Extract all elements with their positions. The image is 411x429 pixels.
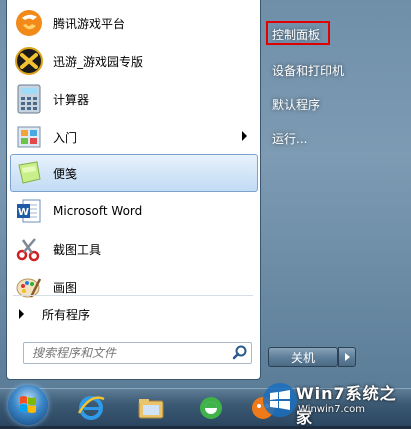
menu-item-getting-started[interactable]: 入门 — [11, 119, 257, 155]
menu-item-label: 入门 — [53, 130, 78, 145]
expand-arrow-icon — [19, 309, 24, 319]
menu-item-label: Microsoft Word — [53, 204, 143, 218]
search-input[interactable] — [30, 345, 224, 361]
taskbar-app-green[interactable] — [186, 392, 236, 424]
search-box[interactable] — [23, 342, 252, 364]
taskbar-explorer[interactable] — [126, 392, 176, 424]
getting-started-icon — [13, 121, 45, 153]
menu-item-label: 画图 — [53, 280, 78, 295]
taskbar-ie[interactable] — [66, 392, 116, 424]
devices-printers-link[interactable]: 设备和打印机 — [272, 62, 344, 79]
internet-explorer-icon — [77, 396, 105, 420]
tencent-games-icon — [13, 7, 45, 39]
menu-item-snipping-tool[interactable]: 截图工具 — [11, 231, 257, 267]
menu-item-label: 腾讯游戏平台 — [53, 16, 126, 31]
sticky-notes-icon — [13, 157, 45, 189]
folder-icon — [138, 399, 164, 419]
start-menu: 腾讯游戏平台 迅游_游戏园专版 计算器 入门 便笺 W Microsoft Wo… — [0, 0, 411, 388]
windows-logo-icon — [20, 396, 36, 413]
menu-item-label: 便笺 — [53, 166, 78, 181]
submenu-arrow-icon — [242, 131, 247, 141]
run-link[interactable]: 运行... — [272, 130, 307, 147]
all-programs-label: 所有程序 — [42, 307, 91, 322]
search-icon[interactable] — [231, 344, 249, 362]
snipping-tool-icon — [13, 233, 45, 265]
menu-item-label: 计算器 — [53, 92, 90, 107]
calculator-icon — [13, 83, 45, 115]
shutdown-button[interactable]: 关机 — [268, 347, 338, 367]
menu-item-xunyou[interactable]: 迅游_游戏园专版 — [11, 43, 257, 79]
menu-item-calculator[interactable]: 计算器 — [11, 81, 257, 117]
paint-icon — [13, 271, 45, 303]
green-circle-app-icon — [200, 397, 222, 419]
start-menu-left-pane: 腾讯游戏平台 迅游_游戏园专版 计算器 入门 便笺 W Microsoft Wo… — [6, 0, 261, 380]
watermark-url: Winwin7.com — [298, 404, 365, 415]
menu-item-label: 截图工具 — [53, 242, 102, 257]
divider — [13, 295, 253, 296]
all-programs-button[interactable]: 所有程序 — [17, 301, 257, 327]
word-icon: W — [13, 195, 45, 227]
control-panel-link[interactable]: 控制面板 — [272, 26, 320, 43]
menu-item-label: 迅游_游戏园专版 — [53, 54, 144, 69]
start-button[interactable] — [8, 385, 48, 425]
shutdown-label: 关机 — [290, 350, 315, 365]
default-programs-link[interactable]: 默认程序 — [272, 96, 320, 113]
menu-item-tencent-games[interactable]: 腾讯游戏平台 — [11, 5, 257, 41]
menu-item-word[interactable]: W Microsoft Word — [11, 193, 257, 229]
xunyou-icon — [13, 45, 45, 77]
menu-item-sticky-notes[interactable]: 便笺 — [10, 154, 258, 192]
shutdown-options-button[interactable] — [338, 347, 356, 367]
svg-text:W: W — [18, 207, 29, 218]
menu-item-paint[interactable]: 画图 — [11, 269, 257, 305]
